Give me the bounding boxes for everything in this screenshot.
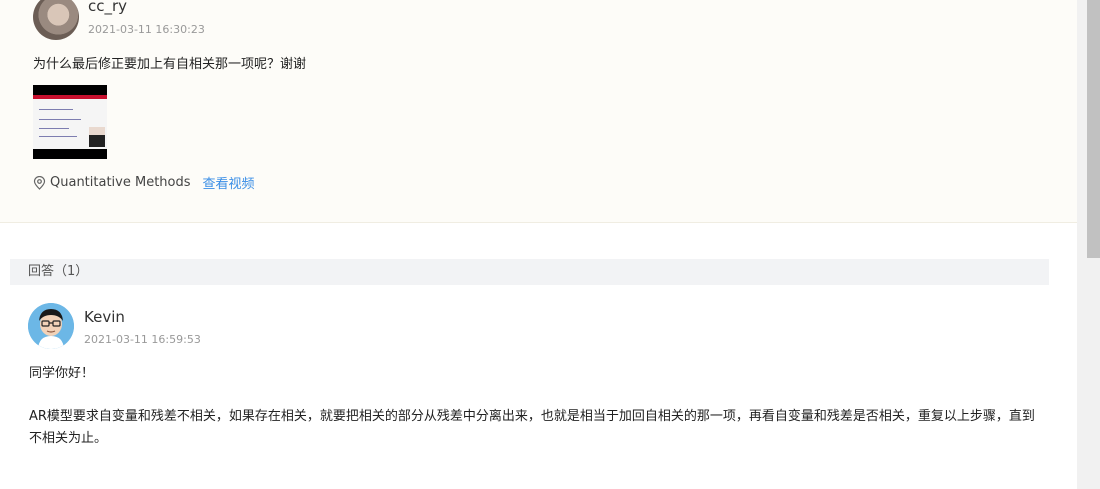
question-card: cc_ry 2021-03-11 16:30:23 为什么最后修正要加上有自相关…: [0, 0, 1077, 223]
view-video-link[interactable]: 查看视频: [203, 173, 255, 192]
answer-user-avatar[interactable]: [28, 303, 74, 349]
vertical-scrollbar-thumb[interactable]: [1087, 0, 1100, 258]
thumbnail-scribble: [39, 109, 73, 110]
thumbnail-presenter: [89, 127, 105, 147]
question-text: 为什么最后修正要加上有自相关那一项呢？谢谢: [33, 57, 307, 72]
thumbnail-screen: [33, 95, 107, 149]
answers-count-label: 回答（1）: [28, 264, 89, 279]
answers-header: 回答（1）: [10, 259, 1049, 285]
thumbnail-header-bar: [33, 95, 107, 99]
thumbnail-scribble: [39, 136, 77, 137]
answer-username[interactable]: Kevin: [84, 308, 125, 326]
thumbnail-scribble: [39, 119, 81, 120]
subject-tag[interactable]: Quantitative Methods: [50, 175, 191, 190]
location-pin-icon: [33, 175, 46, 190]
question-image-thumbnail[interactable]: [33, 85, 107, 159]
question-user-avatar[interactable]: [33, 0, 79, 40]
answer-body: AR模型要求自变量和残差不相关，如果存在相关，就要把相关的部分从残差中分离出来，…: [29, 409, 1035, 446]
answer-greeting: 同学你好！: [29, 366, 95, 381]
question-timestamp: 2021-03-11 16:30:23: [88, 23, 205, 36]
question-tag-row: Quantitative Methods 查看视频: [33, 173, 255, 192]
thumbnail-scribble: [39, 128, 69, 129]
question-username[interactable]: cc_ry: [88, 0, 127, 15]
answer-timestamp: 2021-03-11 16:59:53: [84, 333, 201, 346]
